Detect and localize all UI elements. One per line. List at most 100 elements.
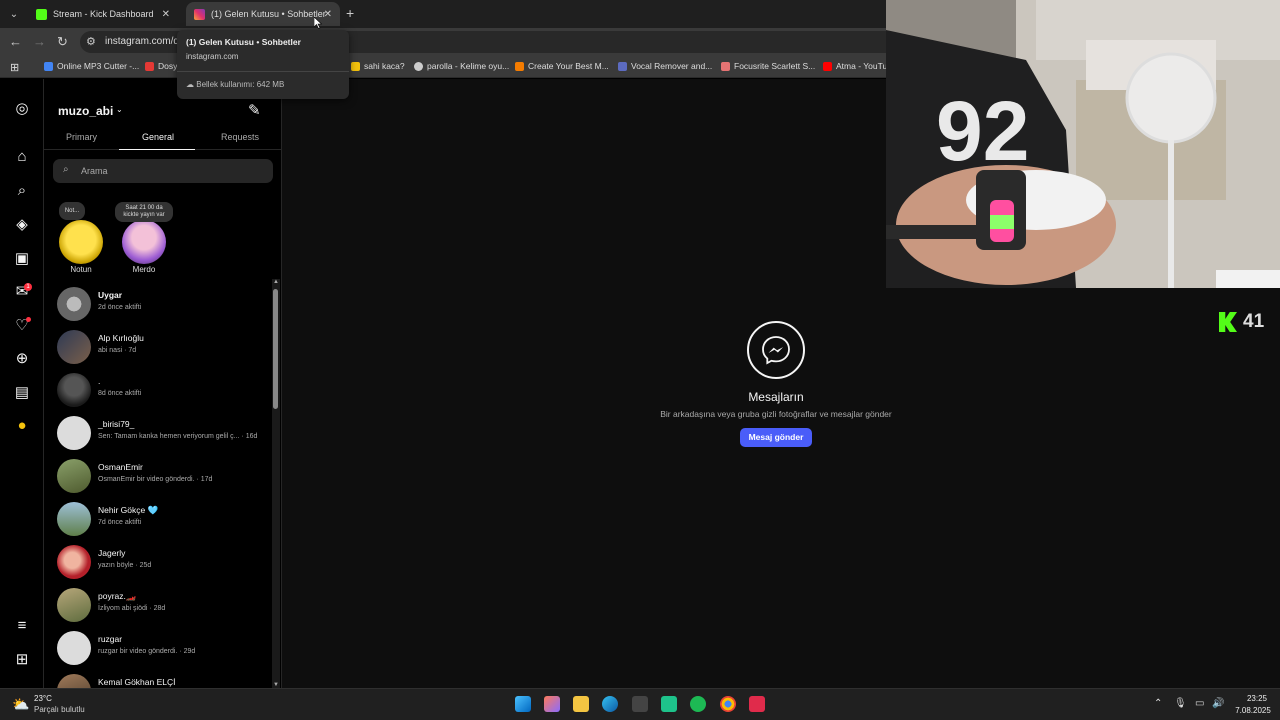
screen: ⌄ Stream - Kick Dashboard ✕ (1) Gelen Ku… xyxy=(0,0,1280,720)
volume-icon[interactable]: 🔊 xyxy=(1212,698,1224,709)
new-tab-icon[interactable]: + xyxy=(346,5,354,21)
conversation-preview: 2d önce aktifti xyxy=(98,304,142,311)
profile-avatar-icon[interactable]: ● xyxy=(13,417,31,435)
dashboard-icon[interactable]: ▤ xyxy=(13,384,31,402)
search-input[interactable]: ⌕ Arama xyxy=(53,159,273,183)
avatar xyxy=(57,674,91,688)
apps-grid-icon[interactable]: ⊞ xyxy=(10,61,19,74)
conversation-preview: abi nasi · 7d xyxy=(98,347,137,354)
clock-time[interactable]: 23:25 xyxy=(1238,694,1276,703)
tray-chevron-up-icon[interactable]: ⌃ xyxy=(1154,698,1162,709)
conversation-item[interactable]: Alp Kırlıoğlu abi nasi · 7d xyxy=(44,325,272,368)
clock-date[interactable]: 7.08.2025 xyxy=(1230,706,1276,715)
back-icon[interactable]: ← xyxy=(9,34,22,49)
bookmark-item[interactable]: sahi kaca? xyxy=(351,61,405,71)
send-message-button[interactable]: Mesaj gönder xyxy=(740,428,812,447)
bookmark-favicon-icon xyxy=(44,61,53,71)
bookmark-item[interactable]: Vocal Remover and... xyxy=(618,61,712,71)
explore-icon[interactable]: ◈ xyxy=(13,216,31,234)
search-icon: ⌕ xyxy=(63,164,69,175)
tab-close-icon[interactable]: ✕ xyxy=(324,9,332,20)
edge-icon[interactable] xyxy=(602,696,618,712)
tab-primary[interactable]: Primary xyxy=(66,132,97,142)
spotify-icon[interactable] xyxy=(690,696,706,712)
conversation-preview: 7d önce aktifti xyxy=(98,519,142,526)
conversation-name: ruzgar xyxy=(98,634,123,644)
divider xyxy=(177,71,349,72)
search-icon[interactable]: ⌕ xyxy=(13,182,31,200)
svg-text:92: 92 xyxy=(936,84,1029,178)
forward-icon[interactable]: → xyxy=(33,34,46,49)
bookmark-item[interactable]: Dosy xyxy=(145,61,177,71)
display-icon[interactable]: ▭ xyxy=(1195,698,1204,709)
note-bubble[interactable]: Saat 21 00 da kickte yayın var xyxy=(115,202,173,222)
note-avatar-self[interactable] xyxy=(59,220,103,264)
conversation-name: Uygar xyxy=(98,290,123,300)
instagram-favicon-icon xyxy=(194,8,205,20)
chevron-down-icon[interactable]: ⌄ xyxy=(116,105,123,114)
microphone-icon[interactable]: 🎙 xyxy=(1174,698,1187,709)
bookmark-favicon-icon xyxy=(351,61,360,71)
media-app-icon[interactable] xyxy=(749,696,765,712)
conversation-item[interactable]: _birisi79_ Sen: Tamam kanka hemen veriyo… xyxy=(44,411,272,454)
account-username[interactable]: muzo_abi xyxy=(58,104,113,118)
conversation-name: . xyxy=(98,376,101,386)
address-text[interactable]: instagram.com/di xyxy=(105,36,181,47)
scroll-up-icon[interactable]: ▲ xyxy=(272,279,280,285)
hover-card-title: (1) Gelen Kutusu • Sohbetler xyxy=(186,37,301,47)
bookmark-item[interactable]: Atma - YouTu xyxy=(823,61,887,71)
avatar xyxy=(57,588,91,622)
inbox-scrollbar[interactable]: ▲ ▼ xyxy=(272,279,280,688)
tab-kick-dashboard[interactable]: Stream - Kick Dashboard ✕ xyxy=(28,2,178,26)
bookmark-item[interactable]: parolla - Kelime oyu... xyxy=(414,61,509,71)
windows-taskbar: ⛅ 23°C Parçalı bulutlu ⌃ 🎙 ▭ 🔊 23:25 7.0… xyxy=(0,688,1280,720)
compose-icon[interactable]: ✎ xyxy=(248,101,261,119)
conversation-item[interactable]: ruzgar ruzgar bir video gönderdi. · 29d xyxy=(44,626,272,669)
conversation-item[interactable]: Uygar 2d önce aktifti xyxy=(44,282,272,325)
webcam-image: 92 xyxy=(886,0,1280,288)
conversation-item[interactable]: Jagerly yazın böyle · 25d xyxy=(44,540,272,583)
conversation-item[interactable]: Nehir Gökçe 🩵 7d önce aktifti xyxy=(44,497,272,540)
bookmark-favicon-icon xyxy=(414,61,423,71)
bookmark-favicon-icon xyxy=(515,61,524,71)
site-info-icon[interactable]: ⚙ xyxy=(86,35,96,48)
store-icon[interactable] xyxy=(632,696,648,712)
webcam-overlay: 92 xyxy=(886,0,1280,288)
scroll-thumb[interactable] xyxy=(273,289,278,409)
active-tab-indicator xyxy=(119,149,195,150)
conversation-item[interactable]: . 8d önce aktifti xyxy=(44,368,272,411)
file-explorer-icon[interactable] xyxy=(573,696,589,712)
unread-badge: 1 xyxy=(24,283,32,291)
mouse-cursor-icon xyxy=(314,17,322,29)
copilot-icon[interactable] xyxy=(544,696,560,712)
chrome-icon[interactable] xyxy=(720,696,736,712)
bookmark-item[interactable]: Create Your Best M... xyxy=(515,61,609,71)
bookmark-item[interactable]: Online MP3 Cutter -... xyxy=(44,61,139,71)
kick-logo-icon xyxy=(1219,312,1237,332)
conversation-item[interactable]: poyraz.🏎️ İzliyom abi şiödi · 28d xyxy=(44,583,272,626)
menu-icon[interactable]: ≡ xyxy=(13,617,31,635)
note-avatar-merdo[interactable] xyxy=(122,220,166,264)
reels-icon[interactable]: ▣ xyxy=(13,250,31,268)
create-icon[interactable]: ⊕ xyxy=(13,350,31,368)
conversation-name: Alp Kırlıoğlu xyxy=(98,333,144,343)
bookmark-favicon-icon xyxy=(618,61,627,71)
conversation-preview: İzliyom abi şiödi · 28d xyxy=(98,605,166,612)
conversation-name: Jagerly xyxy=(98,548,126,558)
also-from-meta-icon[interactable]: ⊞ xyxy=(13,651,31,669)
conversation-item[interactable]: OsmanEmir OsmanEmir bir video gönderdi. … xyxy=(44,454,272,497)
avatar xyxy=(57,416,91,450)
weather-cloud-icon: ⛅ xyxy=(12,696,30,712)
instagram-logo-icon[interactable]: ◎ xyxy=(13,100,31,118)
tab-search-chevron-icon[interactable]: ⌄ xyxy=(4,4,24,24)
reload-icon[interactable]: ↻ xyxy=(57,34,68,50)
app-icon[interactable] xyxy=(661,696,677,712)
tab-general[interactable]: General xyxy=(142,132,174,142)
tab-close-icon[interactable]: ✕ xyxy=(162,9,170,20)
tab-requests[interactable]: Requests xyxy=(221,132,259,142)
note-bubble[interactable]: Not... xyxy=(59,202,85,220)
bookmark-item[interactable]: Focusrite Scarlett S... xyxy=(721,61,815,71)
start-menu-icon[interactable] xyxy=(515,696,531,712)
conversation-item[interactable]: Kemal Gökhan ELÇİ xyxy=(44,669,272,688)
home-icon[interactable]: ⌂ xyxy=(13,148,31,166)
